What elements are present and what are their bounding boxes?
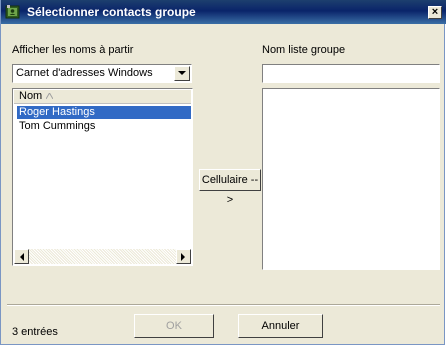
group-name-input[interactable] (262, 64, 440, 83)
scroll-right-button[interactable] (176, 249, 191, 264)
footer-divider (7, 304, 440, 306)
column-header-label: Nom (19, 90, 43, 102)
source-label: Afficher les noms à partir (12, 44, 134, 56)
window-title: Sélectionner contacts groupe (27, 5, 196, 19)
dropdown-arrow-button[interactable] (174, 66, 190, 81)
dialog-window: Sélectionner contacts groupe × Afficher … (0, 0, 446, 345)
entry-count-status: 3 entrées (12, 326, 58, 338)
source-dropdown-value: Carnet d'adresses Windows (16, 67, 153, 79)
contact-name: Tom Cummings (19, 120, 96, 132)
ok-button[interactable]: OK (134, 314, 214, 338)
list-column-header-name[interactable]: Nom (14, 90, 191, 104)
group-members-list[interactable] (262, 88, 440, 270)
close-button[interactable]: × (428, 6, 442, 19)
contacts-list[interactable]: Nom Roger Hastings Tom Cummings (12, 88, 193, 266)
scroll-left-button[interactable] (14, 249, 29, 264)
arrow-right-icon (181, 253, 185, 261)
add-cellulaire-button[interactable]: Cellulaire --> (199, 169, 261, 206)
scrollbar-track[interactable] (29, 249, 176, 264)
sort-ascending-icon (46, 93, 53, 99)
chevron-down-icon (178, 71, 186, 75)
contact-name: Roger Hastings (19, 106, 95, 118)
horizontal-scrollbar[interactable] (14, 249, 191, 264)
cancel-button[interactable]: Annuler (238, 314, 323, 338)
title-bar[interactable]: Sélectionner contacts groupe × (1, 0, 446, 24)
arrow-left-icon (20, 253, 24, 261)
address-book-icon (5, 5, 20, 19)
contact-row[interactable]: Roger Hastings (17, 106, 191, 119)
group-name-label: Nom liste groupe (262, 44, 346, 56)
contact-row[interactable]: Tom Cummings (17, 120, 191, 133)
source-dropdown[interactable]: Carnet d'adresses Windows (12, 64, 192, 83)
